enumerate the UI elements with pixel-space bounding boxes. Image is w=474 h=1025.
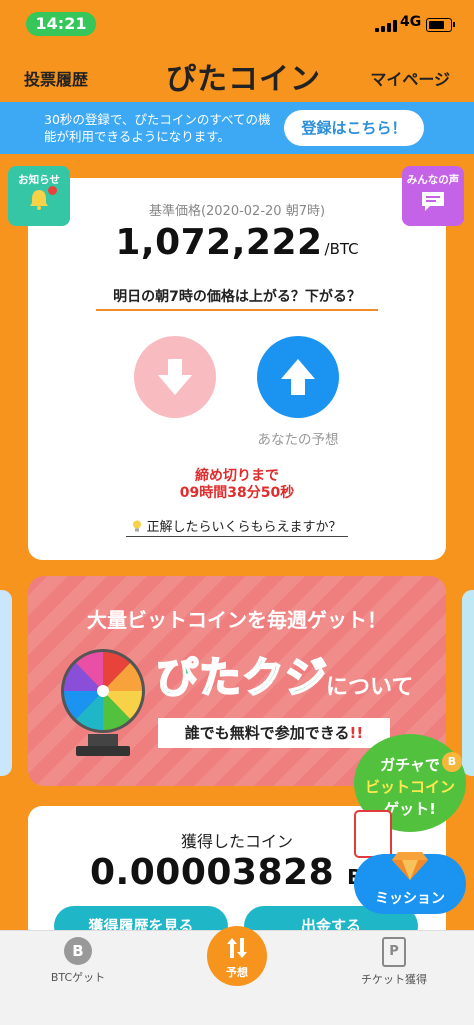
- coins-value: 0.00003828: [90, 852, 335, 893]
- carousel-next-peek[interactable]: [462, 590, 474, 776]
- vote-history-link[interactable]: 投票履歴: [24, 66, 88, 90]
- reward-info-link[interactable]: 正解したらいくらもらえますか？: [126, 516, 348, 537]
- price-unit: /BTC: [324, 240, 359, 258]
- gacha-machine-icon: [354, 810, 392, 858]
- register-button[interactable]: 登録はこちら！: [284, 110, 424, 146]
- registration-banner: 30秒の登録で、ぴたコインのすべての機能が利用できるようになります。 登録はこち…: [0, 102, 474, 154]
- tab-btc-label: BTCゲット: [50, 971, 106, 984]
- tab-ticket-label: チケット獲得: [361, 973, 427, 986]
- battery-icon: [426, 18, 452, 32]
- kuji-about: について: [326, 675, 414, 700]
- notice-button[interactable]: お知らせ: [8, 166, 70, 226]
- voices-button[interactable]: みんなの声: [402, 166, 464, 226]
- predict-down-button[interactable]: [134, 336, 216, 418]
- chat-icon: [422, 192, 444, 211]
- predict-up-button[interactable]: [257, 336, 339, 418]
- tab-btc-get[interactable]: B BTCゲット: [18, 937, 138, 985]
- voices-label: みんなの声: [406, 174, 460, 186]
- swap-arrows-icon: [227, 938, 247, 958]
- tab-predict[interactable]: 予想: [207, 926, 267, 986]
- gem-icon: [392, 852, 428, 880]
- kuji-headline: 大量ビットコインを毎週ゲット！: [87, 608, 387, 632]
- network-type: 4G: [400, 14, 422, 30]
- notification-dot: [48, 186, 57, 195]
- bitcoin-icon: B: [64, 937, 92, 965]
- prediction-question: 明日の朝7時の価格は上がる？下がる？: [96, 286, 378, 311]
- status-bar: 14:21 4G: [0, 0, 474, 46]
- mission-label: ミッション: [375, 891, 445, 907]
- reward-link-text: 正解したらいくらもらえますか？: [146, 520, 342, 535]
- kuji-free-entry: 誰でも無料で参加できる!!: [158, 718, 390, 748]
- app-logo: ぴたコイン: [166, 62, 321, 97]
- tab-predict-label: 予想: [226, 966, 248, 979]
- my-page-link[interactable]: マイページ: [370, 66, 450, 90]
- deadline-label: 締め切りまで: [195, 468, 279, 484]
- status-time: 14:21: [26, 12, 96, 36]
- app-header: 投票履歴 ぴたコイン マイページ: [0, 46, 474, 102]
- notice-label: お知らせ: [18, 174, 60, 186]
- btc-price: 1,072,222: [115, 222, 323, 263]
- deadline-countdown: 締め切りまで 09時間38分50秒: [28, 468, 446, 502]
- your-prediction-label: あなたの予想: [257, 432, 339, 448]
- kuji-free-text: 誰でも無料で参加できる: [184, 724, 350, 742]
- roulette-wheel-icon: [61, 649, 145, 756]
- battery-tip: [453, 22, 455, 27]
- lightbulb-icon: [133, 520, 142, 532]
- arrow-down-icon: [158, 359, 192, 395]
- prediction-card: 基準価格(2020-02-20 朝7時) 1,072,222/BTC 明日の朝7…: [28, 178, 446, 560]
- gacha-line2: ビットコイン: [364, 778, 455, 796]
- arrow-up-icon: [281, 359, 315, 395]
- bell-icon: [30, 190, 48, 210]
- base-price-label: 基準価格(2020-02-20 朝7時): [148, 204, 326, 219]
- coins-value-row: 0.00003828 BT: [90, 852, 377, 893]
- signal-icon: [375, 20, 397, 32]
- ticket-icon: P: [382, 937, 406, 967]
- banner-text: 30秒の登録で、ぴたコインのすべての機能が利用できるようになります。: [44, 112, 271, 144]
- mission-button[interactable]: ミッション: [354, 852, 466, 914]
- price-row: 1,072,222/BTC: [28, 222, 446, 263]
- carousel-prev-peek[interactable]: [0, 590, 12, 776]
- bitcoin-coin-icon: B: [442, 752, 462, 772]
- kuji-free-mark: !!: [349, 724, 364, 742]
- deadline-time: 09時間38分50秒: [179, 485, 295, 501]
- kuji-name: ぴたクジ: [155, 652, 329, 703]
- tab-ticket[interactable]: P チケット獲得: [334, 937, 454, 987]
